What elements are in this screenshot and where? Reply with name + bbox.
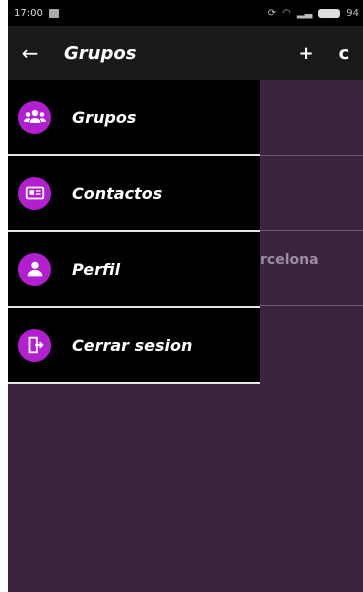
list-divider bbox=[260, 305, 363, 306]
drawer-item-label: Contactos bbox=[72, 183, 163, 203]
drawer-item-perfil[interactable]: Perfil bbox=[8, 232, 260, 308]
drawer-item-contactos[interactable]: Contactos bbox=[8, 156, 260, 232]
list-divider bbox=[260, 155, 363, 156]
notification-icon bbox=[48, 8, 59, 18]
drawer-item-grupos[interactable]: Grupos bbox=[8, 80, 260, 156]
signal-icon: ▂▃ bbox=[296, 7, 313, 19]
app-bar: ← Grupos + c bbox=[8, 26, 363, 80]
drawer-item-label: Grupos bbox=[72, 107, 137, 127]
sync-icon: ⟳ bbox=[267, 7, 277, 19]
status-time: 17:00 bbox=[14, 7, 43, 19]
list-divider bbox=[260, 230, 363, 231]
battery-level: 94 bbox=[346, 7, 359, 19]
drawer-item-label: Cerrar sesion bbox=[72, 335, 193, 355]
back-arrow-icon[interactable]: ← bbox=[8, 41, 52, 65]
drawer-item-label: Perfil bbox=[72, 259, 121, 279]
navigation-drawer: Grupos Contactos Perfil Cerrar sesion bbox=[8, 80, 260, 384]
wifi-icon: ◠ bbox=[282, 7, 291, 19]
status-bar: 17:00 ⟳ ◠ ▂▃ 94 bbox=[8, 0, 363, 26]
app-screen: 17:00 ⟳ ◠ ▂▃ 94 ← Grupos + c rcelona Gru… bbox=[8, 0, 363, 592]
contact-card-icon bbox=[18, 176, 51, 210]
battery-icon bbox=[318, 8, 341, 18]
list-item-text: rcelona bbox=[260, 252, 319, 268]
group-icon bbox=[18, 100, 51, 134]
add-icon[interactable]: + bbox=[287, 43, 325, 64]
person-icon bbox=[18, 252, 51, 286]
page-title: Grupos bbox=[64, 42, 137, 64]
refresh-icon[interactable]: c bbox=[325, 43, 363, 64]
exit-door-icon bbox=[18, 328, 51, 362]
drawer-item-cerrar-sesion[interactable]: Cerrar sesion bbox=[8, 308, 260, 384]
